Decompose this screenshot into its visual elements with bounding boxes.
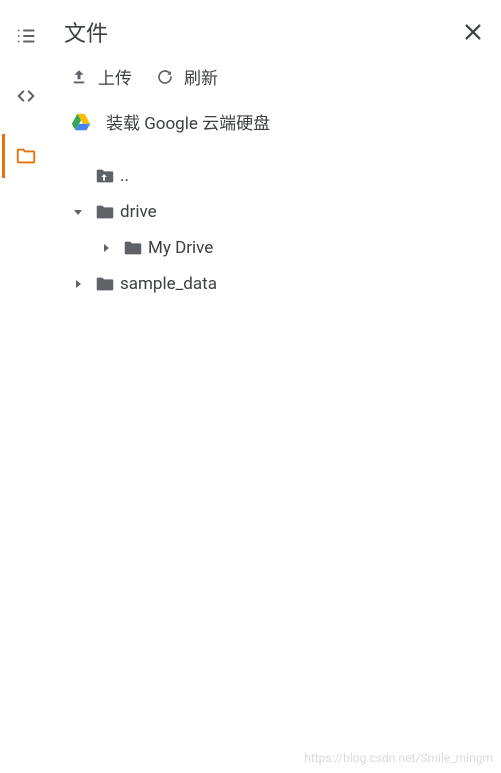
panel-header: 文件	[60, 16, 495, 48]
sidebar-item-code[interactable]	[2, 78, 50, 114]
refresh-icon	[156, 68, 174, 86]
folder-icon	[118, 237, 148, 259]
sidebar	[0, 0, 52, 773]
refresh-label: 刷新	[184, 64, 218, 89]
tree-row-sample-data[interactable]: sample_data	[66, 266, 495, 302]
folder-icon	[90, 201, 120, 223]
folder-icon	[90, 273, 120, 295]
watermark: https://blog.csdn.net/Smile_mingm	[304, 751, 493, 765]
expand-toggle[interactable]	[94, 242, 118, 254]
upload-button[interactable]: 上传	[70, 64, 132, 89]
upload-icon	[70, 68, 88, 86]
google-drive-icon	[70, 111, 92, 133]
close-icon	[462, 21, 484, 43]
sidebar-item-toc[interactable]	[2, 18, 50, 54]
sidebar-item-files[interactable]	[2, 138, 50, 174]
chevron-right-icon	[72, 278, 84, 290]
folder-label: My Drive	[148, 238, 213, 258]
folder-icon	[15, 145, 37, 167]
close-button[interactable]	[459, 18, 487, 46]
upload-label: 上传	[98, 64, 132, 89]
chevron-down-icon	[72, 206, 84, 218]
parent-folder-row[interactable]: ..	[66, 158, 495, 194]
chevron-right-icon	[100, 242, 112, 254]
list-icon	[15, 25, 37, 47]
panel-title: 文件	[60, 16, 108, 48]
code-icon	[15, 85, 37, 107]
mount-drive-button[interactable]: 装载 Google 云端硬盘	[60, 109, 495, 134]
file-tree: .. drive	[60, 158, 495, 302]
folder-up-icon	[90, 165, 120, 187]
tree-row-drive[interactable]: drive	[66, 194, 495, 230]
tree-row-my-drive[interactable]: My Drive	[66, 230, 495, 266]
folder-label: sample_data	[120, 274, 217, 294]
expand-toggle[interactable]	[66, 278, 90, 290]
refresh-button[interactable]: 刷新	[156, 64, 218, 89]
collapse-toggle[interactable]	[66, 206, 90, 218]
toolbar: 上传 刷新	[60, 64, 495, 89]
mount-drive-label: 装载 Google 云端硬盘	[106, 109, 270, 134]
folder-label: drive	[120, 202, 157, 222]
main-panel: 文件 上传	[52, 0, 501, 773]
parent-folder-label: ..	[120, 166, 129, 186]
